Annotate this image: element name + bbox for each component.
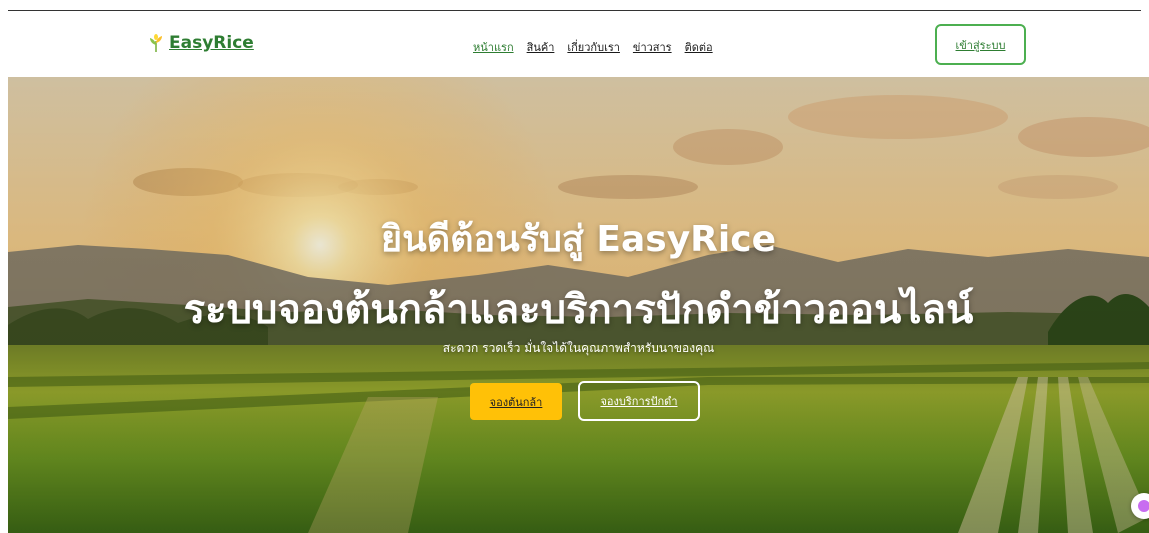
hero-title-line2: ระบบจองต้นกล้าและบริการปักดำข้าวออนไลน์ <box>183 287 974 333</box>
hero-section: ยินดีต้อนรับสู่ EasyRice ระบบจองต้นกล้าแ… <box>8 77 1149 533</box>
main-nav: หน้าแรก สินค้า เกี่ยวกับเรา ข่าวสาร ติดต… <box>473 38 713 56</box>
hero-title-line1: ยินดีต้อนรับสู่ EasyRice <box>381 219 776 260</box>
nav-home[interactable]: หน้าแรก <box>473 38 514 56</box>
book-seedlings-button[interactable]: จองต้นกล้า <box>470 383 562 420</box>
brand-name: EasyRice <box>169 33 254 53</box>
nav-products[interactable]: สินค้า <box>527 38 555 56</box>
book-transplant-service-button[interactable]: จองบริการปักดำ <box>578 381 700 421</box>
site-header: EasyRice หน้าแรก สินค้า เกี่ยวกับเรา ข่า… <box>8 11 1141 77</box>
nav-contact[interactable]: ติดต่อ <box>685 38 713 56</box>
nav-about[interactable]: เกี่ยวกับเรา <box>567 38 620 56</box>
rice-sprout-icon <box>150 34 162 52</box>
brand-logo[interactable]: EasyRice <box>148 33 254 53</box>
chat-bubble-icon <box>1138 500 1149 512</box>
login-button[interactable]: เข้าสู่ระบบ <box>935 24 1026 65</box>
hero-subtitle: สะดวก รวดเร็ว มั่นใจได้ในคุณภาพสำหรับนาข… <box>442 341 715 355</box>
nav-news[interactable]: ข่าวสาร <box>633 38 672 56</box>
